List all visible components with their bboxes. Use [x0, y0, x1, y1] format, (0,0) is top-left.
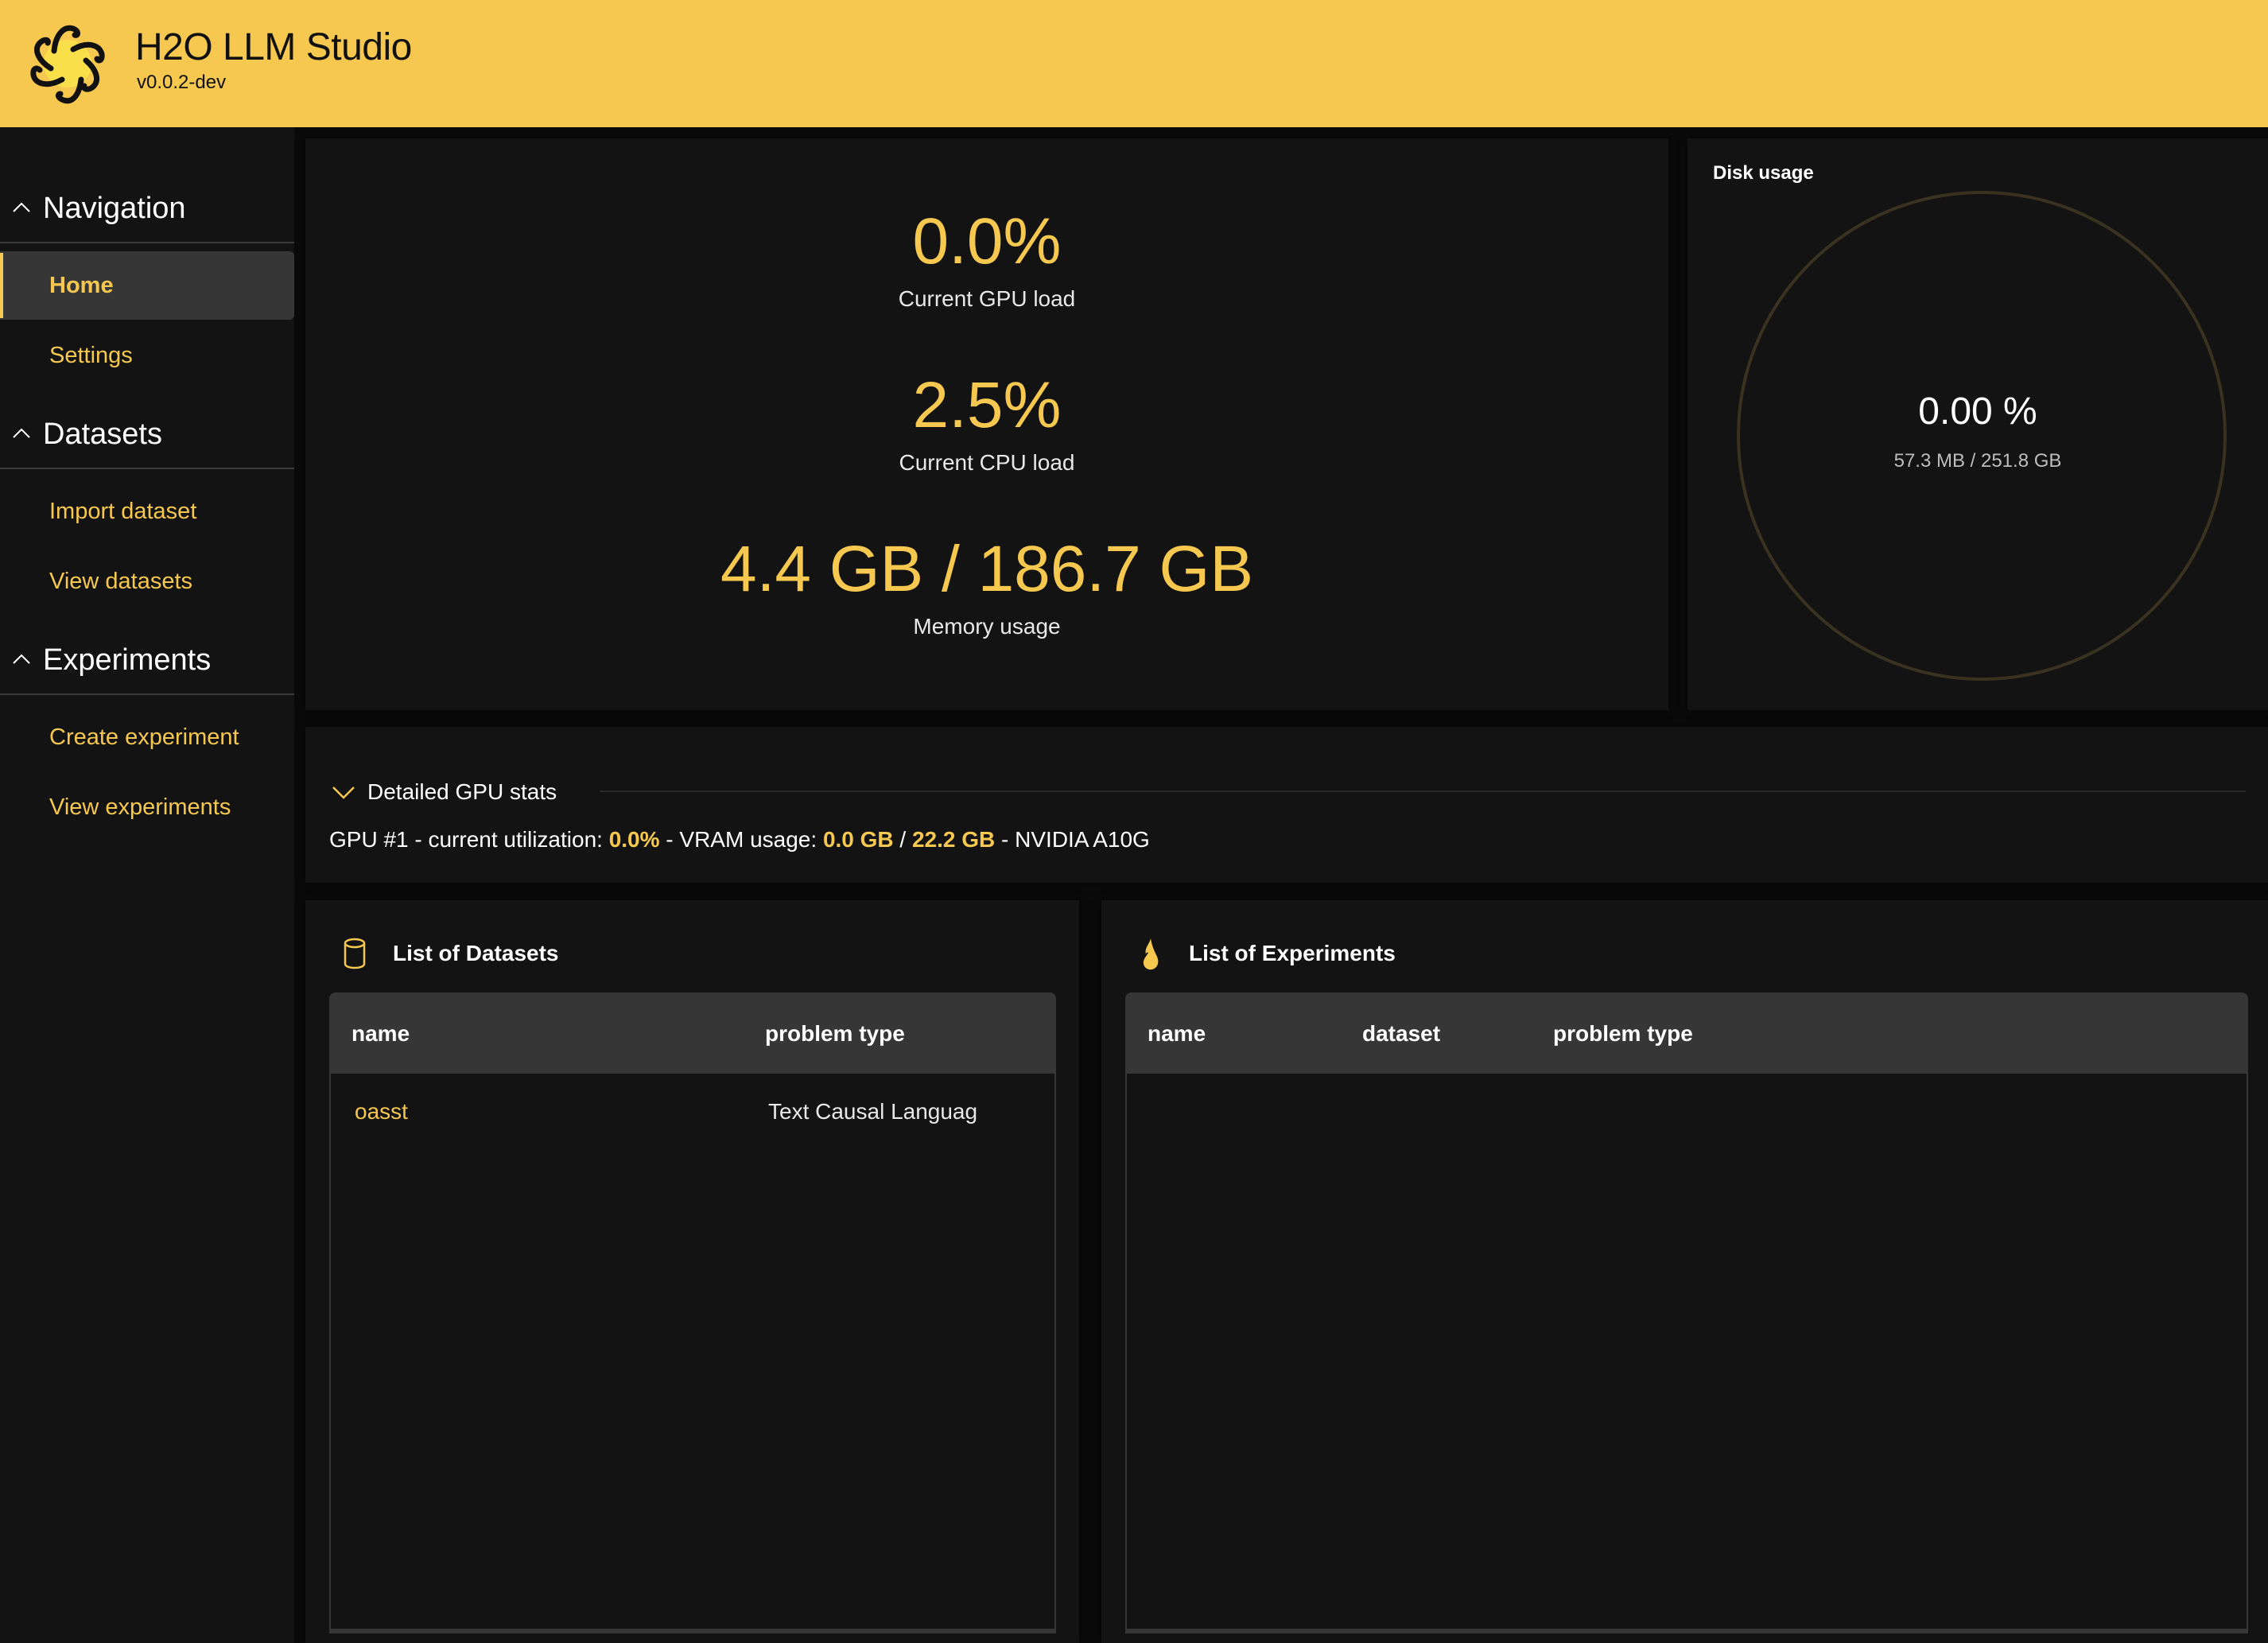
- gpu-vram-used: 0.0 GB: [822, 827, 894, 852]
- column-header-name[interactable]: name: [1148, 994, 1206, 1074]
- sidebar-item-label: Create experiment: [49, 724, 239, 750]
- table-header: name problem type: [331, 994, 1054, 1074]
- gpu-detail-line: GPU #1 - current utilization: 0.0% - VRA…: [329, 827, 1150, 853]
- divider: [0, 468, 294, 469]
- divider: [600, 790, 2246, 792]
- section-label: Datasets: [43, 418, 162, 451]
- disk-gauge-fill: [1737, 191, 2227, 681]
- gpu-vram-separator: /: [893, 827, 912, 852]
- table-scrollbar[interactable]: [329, 1629, 1056, 1633]
- h2o-logo-icon[interactable]: [24, 17, 111, 110]
- cpu-load-stat: 2.5% Current CPU load: [305, 367, 1668, 476]
- datasets-card: List of Datasets name problem type oasst…: [305, 900, 1079, 1643]
- sidebar-item-create-experiment[interactable]: Create experiment: [0, 703, 294, 771]
- gpu-stats-toggle-label: Detailed GPU stats: [367, 779, 557, 804]
- table-row[interactable]: oasst Text Causal Languag: [331, 1074, 1054, 1150]
- database-icon: [344, 938, 366, 969]
- gpu-vram-label: - VRAM usage:: [659, 827, 823, 852]
- sidebar-item-home[interactable]: Home: [0, 251, 294, 320]
- section-label: Experiments: [43, 643, 212, 677]
- sidebar-section-datasets[interactable]: Datasets: [0, 414, 294, 461]
- gpu-prefix: GPU #1 - current utilization:: [329, 827, 609, 852]
- cpu-load-value: 2.5%: [912, 369, 1062, 441]
- app-header: H2O LLM Studio v0.0.2-dev: [0, 0, 2268, 127]
- sidebar: Navigation Home Settings Datasets Import…: [0, 127, 294, 1643]
- memory-value: 4.4 GB / 186.7 GB: [720, 533, 1254, 605]
- disk-usage-detail: 57.3 MB / 251.8 GB: [1893, 450, 2062, 472]
- memory-stat: 4.4 GB / 186.7 GB Memory usage: [305, 531, 1668, 639]
- experiments-title: List of Experiments: [1189, 941, 1396, 965]
- sidebar-item-view-experiments[interactable]: View experiments: [0, 773, 294, 841]
- column-header-name[interactable]: name: [351, 994, 410, 1074]
- divider: [0, 242, 294, 243]
- sidebar-item-settings[interactable]: Settings: [0, 321, 294, 390]
- chevron-up-icon: [13, 428, 30, 438]
- memory-label: Memory usage: [913, 614, 1061, 639]
- sidebar-item-label: Home: [49, 273, 114, 298]
- chevron-down-icon: [332, 787, 355, 799]
- sidebar-item-label: View datasets: [49, 569, 193, 594]
- column-header-problem-type[interactable]: problem type: [765, 994, 905, 1074]
- gpu-load-value: 0.0%: [912, 205, 1062, 278]
- table-scrollbar[interactable]: [1125, 1629, 2248, 1633]
- gpu-stats-card: Detailed GPU stats GPU #1 - current util…: [305, 727, 2268, 883]
- gpu-utilization: 0.0%: [608, 827, 660, 852]
- dataset-problem-type: Text Causal Languag: [768, 1099, 978, 1124]
- sidebar-section-navigation[interactable]: Navigation: [0, 188, 294, 235]
- flame-icon: [1143, 938, 1159, 970]
- sidebar-item-label: Import dataset: [49, 499, 197, 524]
- sidebar-item-label: View experiments: [49, 794, 231, 820]
- gpu-load-label: Current GPU load: [898, 286, 1076, 311]
- sidebar-item-view-datasets[interactable]: View datasets: [0, 547, 294, 616]
- table-header: name dataset problem type: [1127, 994, 2247, 1074]
- datasets-table: name problem type oasst Text Causal Lang…: [329, 992, 1056, 1633]
- disk-usage-percent: 0.00 %: [1918, 390, 2037, 433]
- sidebar-section-experiments[interactable]: Experiments: [0, 639, 294, 687]
- cpu-load-label: Current CPU load: [899, 450, 1075, 475]
- experiments-table: name dataset problem type: [1125, 992, 2248, 1633]
- sidebar-item-label: Settings: [49, 343, 133, 368]
- dataset-name-link[interactable]: oasst: [355, 1074, 408, 1150]
- gpu-load-stat: 0.0% Current GPU load: [305, 204, 1668, 312]
- datasets-title: List of Datasets: [393, 941, 559, 965]
- column-header-dataset[interactable]: dataset: [1362, 994, 1440, 1074]
- disk-gauge-track: [1737, 191, 2227, 681]
- sidebar-item-import-dataset[interactable]: Import dataset: [0, 477, 294, 546]
- app-title: H2O LLM Studio: [135, 26, 412, 68]
- experiments-card: List of Experiments name dataset problem…: [1101, 900, 2268, 1643]
- divider: [0, 693, 294, 695]
- gpu-stats-toggle[interactable]: Detailed GPU stats: [331, 776, 557, 808]
- column-header-problem-type[interactable]: problem type: [1553, 994, 1693, 1074]
- disk-usage-card: Disk usage 0.00 % 57.3 MB / 251.8 GB: [1687, 138, 2268, 710]
- chevron-up-icon: [13, 654, 30, 664]
- app-version: v0.0.2-dev: [137, 72, 227, 93]
- gpu-model: - NVIDIA A10G: [995, 827, 1150, 852]
- gpu-vram-total: 22.2 GB: [911, 827, 996, 852]
- chevron-up-icon: [13, 202, 30, 212]
- section-label: Navigation: [43, 192, 186, 225]
- system-stats-card: 0.0% Current GPU load 2.5% Current CPU l…: [305, 138, 1668, 710]
